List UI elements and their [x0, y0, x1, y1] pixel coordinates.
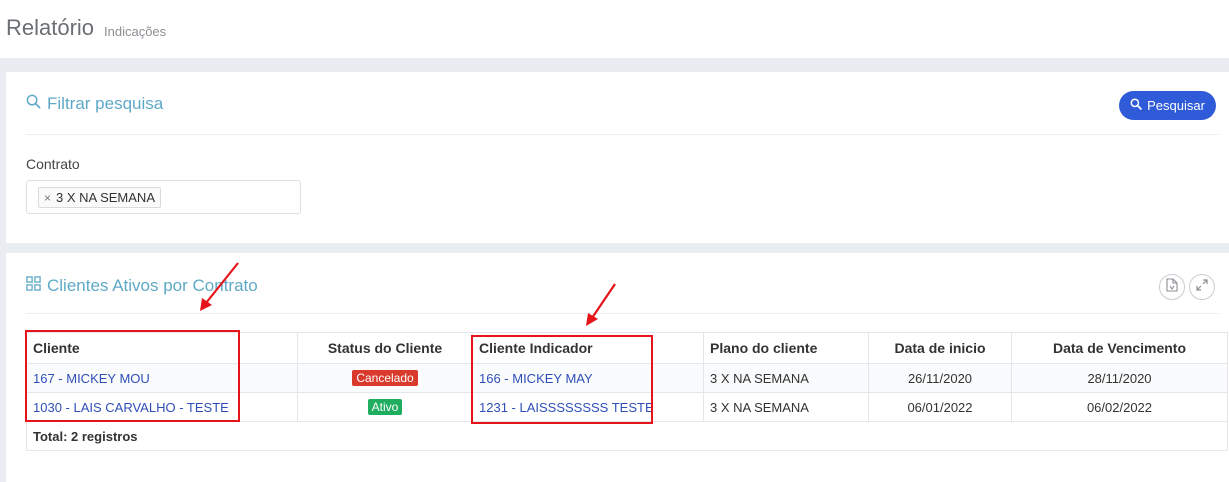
- search-button[interactable]: Pesquisar: [1119, 91, 1216, 120]
- clients-heading-label: Clientes Ativos por Contrato: [47, 276, 258, 295]
- chip-remove-icon[interactable]: ×: [44, 191, 51, 205]
- cell-data-inicio: 26/11/2020: [868, 363, 1012, 393]
- divider: [26, 134, 1219, 135]
- expand-icon: [1196, 278, 1208, 296]
- col-data-vencimento[interactable]: Data de Vencimento: [1011, 332, 1228, 364]
- col-plano[interactable]: Plano do cliente: [703, 332, 869, 364]
- grid-icon: [26, 276, 41, 296]
- cell-data-vencimento: 28/11/2020: [1011, 363, 1228, 393]
- cell-plano: 3 X NA SEMANA: [703, 392, 869, 422]
- contrato-select[interactable]: × 3 X NA SEMANA: [26, 180, 301, 214]
- page-title: Relatório: [6, 15, 95, 40]
- search-icon: [26, 94, 41, 114]
- filter-heading: Filtrar pesquisa: [26, 94, 163, 114]
- col-status[interactable]: Status do Cliente: [297, 332, 473, 364]
- table-total-row: Total: 2 registros: [26, 421, 1228, 451]
- annotation-box-indicador: [471, 335, 653, 424]
- cell-data-vencimento: 06/02/2022: [1011, 392, 1228, 422]
- col-data-inicio[interactable]: Data de inicio: [868, 332, 1012, 364]
- selected-chip: × 3 X NA SEMANA: [38, 187, 161, 208]
- contrato-label: Contrato: [26, 156, 80, 172]
- expand-button[interactable]: [1189, 274, 1215, 300]
- filter-heading-label: Filtrar pesquisa: [47, 94, 164, 113]
- cell-plano: 3 X NA SEMANA: [703, 363, 869, 393]
- annotation-box-cliente: [25, 330, 240, 422]
- divider: [26, 313, 1219, 314]
- page-header: Relatório Indicações: [0, 0, 1229, 58]
- cell-status: Ativo: [297, 392, 473, 422]
- status-badge: Ativo: [367, 399, 403, 415]
- total-records: Total: 2 registros: [26, 421, 1228, 451]
- cell-data-inicio: 06/01/2022: [868, 392, 1012, 422]
- chip-label: 3 X NA SEMANA: [56, 190, 155, 205]
- search-icon: [1130, 98, 1142, 113]
- export-button[interactable]: [1159, 274, 1185, 300]
- search-button-label: Pesquisar: [1147, 98, 1205, 113]
- status-badge: Cancelado: [352, 370, 418, 386]
- page-subtitle: Indicações: [104, 24, 167, 39]
- file-export-icon: [1166, 277, 1178, 297]
- clients-heading: Clientes Ativos por Contrato: [26, 276, 258, 296]
- filter-panel: Filtrar pesquisa Pesquisar Contrato × 3 …: [6, 72, 1229, 243]
- cell-status: Cancelado: [297, 363, 473, 393]
